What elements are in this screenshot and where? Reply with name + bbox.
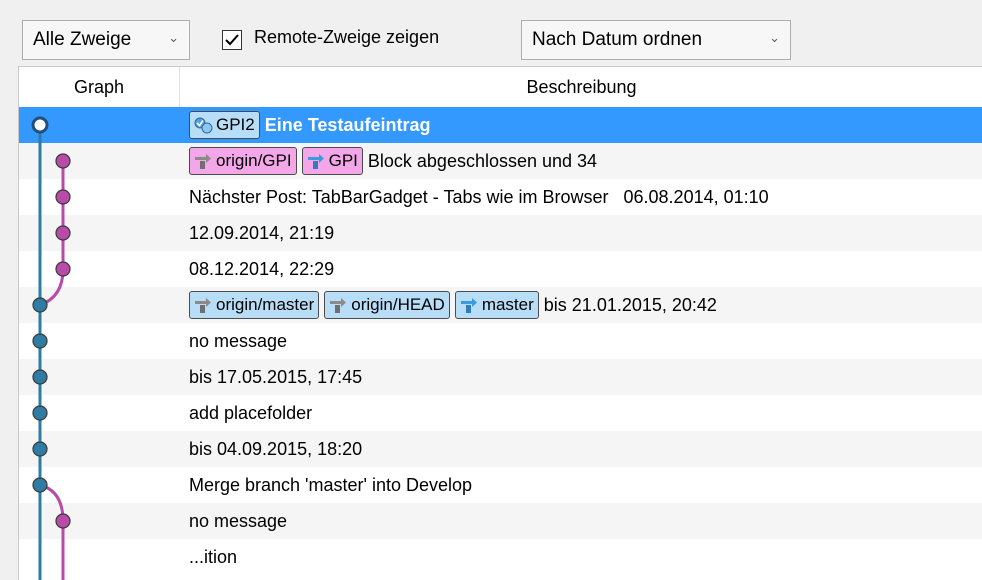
commit-message: no message [189, 510, 288, 531]
commit-message: Nächster Post: TabBarGadget - Tabs wie i… [189, 186, 769, 207]
commit-message: Merge branch 'master' into Develop [189, 474, 473, 495]
chevron-down-icon: ⌄ [168, 30, 179, 45]
branch-select[interactable]: Alle Zweige ⌄ [22, 20, 190, 60]
local-branch-icon [307, 154, 324, 169]
commit-description: GPI2 Eine Testaufeintrag [189, 107, 430, 143]
commit-row[interactable]: ...ition [19, 539, 982, 575]
toolbar: Alle Zweige ⌄ Remote-Zweige zeigen Nach … [0, 0, 982, 68]
commit-description: 12.09.2014, 21:19 [189, 215, 334, 251]
commit-description: add placefolder [189, 395, 312, 431]
remote-branch-icon [330, 298, 347, 313]
branch-badge-label: origin/GPI [216, 151, 292, 170]
commit-row[interactable]: bis 04.09.2015, 18:20 [19, 431, 982, 467]
commit-history-panel: Graph Beschreibung GPI2 Eine Testaufeintr… [18, 66, 982, 580]
branch-select-value: Alle Zweige [33, 29, 132, 50]
commit-row[interactable]: no message [19, 323, 982, 359]
commit-description: no message [189, 323, 287, 359]
commit-message: Eine Testaufeintrag [264, 114, 431, 135]
checkmark-icon [225, 34, 239, 46]
commit-message: ...ition [189, 546, 238, 567]
commit-row[interactable]: GPI2 Eine Testaufeintrag [19, 107, 982, 143]
commit-message: bis 17.05.2015, 17:45 [189, 366, 363, 387]
branch-badge[interactable]: GPI2 [189, 111, 260, 139]
commit-description: ...ition [189, 539, 237, 575]
commit-description: origin/GPI GPI Block abgeschlossen und 34 [189, 143, 597, 179]
branch-badge[interactable]: GPI [301, 147, 363, 175]
commit-description: bis 17.05.2015, 17:45 [189, 359, 362, 395]
commit-message: 12.09.2014, 21:19 [189, 222, 335, 243]
commit-row[interactable]: 12.09.2014, 21:19 [19, 215, 982, 251]
commit-description: Nächster Post: TabBarGadget - Tabs wie i… [189, 179, 769, 215]
branch-badge[interactable]: origin/HEAD [324, 291, 450, 319]
branch-badge-label: master [481, 295, 534, 314]
commit-row[interactable]: origin/master origin/HEAD master bis 21.01.… [19, 287, 982, 323]
commit-description: 08.12.2014, 22:29 [189, 251, 334, 287]
commit-message: 08.12.2014, 22:29 [189, 258, 335, 279]
remote-branch-icon [195, 298, 211, 313]
commit-message: bis 21.01.2015, 20:42 [543, 294, 717, 315]
commit-row[interactable]: no message [19, 503, 982, 539]
commit-row[interactable]: add placefolder [19, 395, 982, 431]
branch-badge-label: origin/master [216, 295, 315, 314]
branch-badge[interactable]: origin/master [189, 291, 320, 319]
commit-message: Block abgeschlossen und 34 [367, 150, 598, 171]
branch-badge-label: origin/HEAD [351, 295, 445, 314]
remote-branches-label: Remote-Zweige zeigen [254, 26, 440, 47]
branch-badge[interactable]: master [454, 291, 539, 319]
branch-badge-label: GPI [328, 151, 358, 170]
commit-description: origin/master origin/HEAD master bis 21.01.… [189, 287, 717, 323]
sort-select-value: Nach Datum ordnen [532, 29, 703, 50]
commit-description: Merge branch 'master' into Develop [189, 467, 472, 503]
commit-description: bis 04.09.2015, 18:20 [189, 431, 362, 467]
commit-row[interactable]: origin/GPI GPI Block abgeschlossen und 34 [19, 143, 982, 179]
sort-select[interactable]: Nach Datum ordnen ⌄ [521, 20, 791, 60]
commit-row[interactable]: 08.12.2014, 22:29 [19, 251, 982, 287]
commit-description: no message [189, 503, 287, 539]
branch-badge-label: GPI2 [216, 115, 255, 134]
remote-branch-icon [195, 154, 211, 169]
current-branch-icon [194, 117, 213, 134]
commit-message: bis 04.09.2015, 18:20 [189, 438, 363, 459]
remote-branches-checkbox[interactable] [222, 30, 242, 50]
chevron-down-icon: ⌄ [769, 30, 780, 45]
column-header: Graph Beschreibung [19, 67, 982, 108]
commit-row[interactable]: Merge branch 'master' into Develop [19, 467, 982, 503]
commit-row[interactable]: Nächster Post: TabBarGadget - Tabs wie i… [19, 179, 982, 215]
column-description[interactable]: Beschreibung [180, 67, 982, 107]
commit-row[interactable]: bis 17.05.2015, 17:45 [19, 359, 982, 395]
local-branch-icon [460, 298, 477, 313]
remote-branches-toggle[interactable]: Remote-Zweige zeigen [222, 20, 439, 60]
column-graph[interactable]: Graph [19, 67, 179, 107]
branch-badge[interactable]: origin/GPI [189, 147, 297, 175]
commit-message: no message [189, 330, 288, 351]
commit-message: add placefolder [189, 402, 313, 423]
